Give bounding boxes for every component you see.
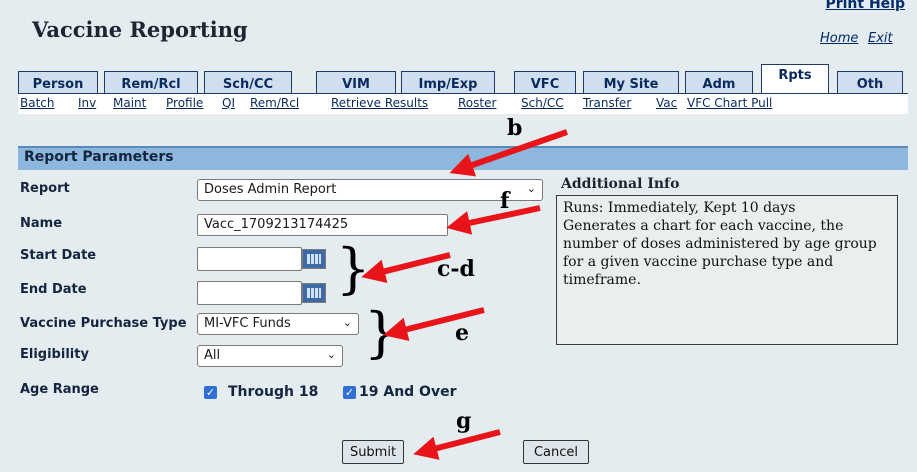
arrow-c-d <box>361 252 451 284</box>
arrow-g <box>413 429 501 460</box>
annotation-arrows <box>361 129 568 460</box>
arrow-e <box>383 307 485 342</box>
arrow-b <box>449 129 568 177</box>
arrow-f <box>446 205 541 235</box>
